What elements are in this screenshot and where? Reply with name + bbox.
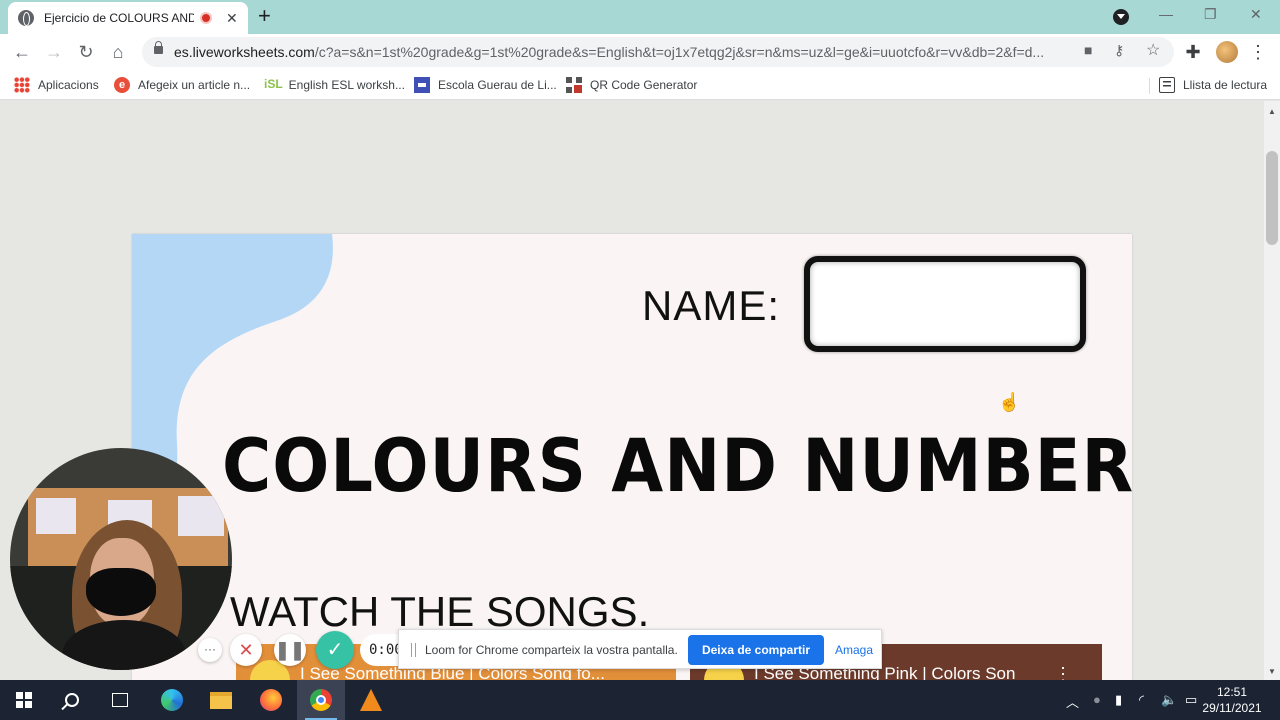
system-clock[interactable]: 12:51 29/11/2021 (1200, 684, 1264, 716)
recording-icon (200, 12, 212, 24)
scroll-up-icon[interactable]: ▲ (1268, 107, 1276, 116)
url-text[interactable]: es.liveworksheets.com/c?a=s&n=1st%20grad… (174, 44, 1074, 60)
bookmark-label: Escola Guerau de Li... (438, 78, 557, 92)
back-icon[interactable]: ← (10, 40, 34, 64)
loom-more-button[interactable]: ··· (198, 638, 222, 662)
volume-icon[interactable]: 🔈 (1161, 692, 1177, 708)
e-icon: e (114, 77, 130, 93)
minimize-icon[interactable]: — (1159, 6, 1173, 22)
globe-icon (18, 10, 34, 26)
taskbar-chrome[interactable] (297, 680, 345, 720)
browser-tab[interactable]: Ejercicio de COLOURS AND N ✕ (8, 2, 248, 34)
bookmark-label: QR Code Generator (590, 78, 698, 92)
taskbar-edge[interactable] (148, 680, 196, 720)
vlc-icon (360, 689, 382, 711)
screen-share-bar: Loom for Chrome comparteix la vostra pan… (398, 629, 882, 669)
home-icon[interactable]: ⌂ (106, 40, 130, 64)
start-button[interactable] (0, 680, 48, 720)
battery-icon[interactable]: ▭ (1185, 692, 1197, 708)
close-window-icon[interactable]: ✕ (1250, 6, 1262, 23)
windows-icon (16, 692, 32, 708)
page-scrollbar[interactable]: ▲ ▼ (1264, 101, 1280, 680)
task-view-icon (112, 693, 128, 707)
edge-icon (161, 689, 183, 711)
name-input[interactable] (804, 256, 1086, 352)
mic-icon[interactable]: ● (1093, 692, 1101, 707)
chrome-icon (310, 689, 332, 711)
folder-icon (210, 691, 232, 709)
tray-chevron-icon[interactable]: ︿ (1066, 692, 1079, 711)
stop-sharing-button[interactable]: Deixa de compartir (688, 635, 824, 665)
tab-strip: Ejercicio de COLOURS AND N ✕ + — ❐ ✕ (0, 0, 1280, 34)
lock-icon (154, 41, 163, 54)
bookmark-escola[interactable]: Escola Guerau de Li... (414, 77, 557, 93)
taskbar-search[interactable] (48, 680, 96, 720)
bookmark-afegeix[interactable]: e Afegeix un article n... (114, 77, 250, 93)
wifi-icon[interactable]: ◜ (1139, 692, 1144, 708)
taskbar: ︿ ● ▮ ◜ 🔈 ▭ 12:51 29/11/2021 (0, 680, 1280, 720)
url-path: /c?a=s&n=1st%20grade&g=1st%20grade&s=Eng… (314, 44, 1045, 60)
menu-icon[interactable]: ⋮ (1246, 40, 1270, 64)
bookmark-qr[interactable]: QR Code Generator (566, 77, 697, 93)
extensions-icon[interactable]: ✚ (1181, 40, 1205, 64)
search-icon (65, 693, 79, 707)
reading-list[interactable]: Llista de lectura (1159, 77, 1267, 93)
camera-icon[interactable]: ■ (1084, 42, 1092, 58)
loom-pause-button[interactable]: ❚❚ (274, 634, 306, 666)
bookmarks-bar: Aplicacions e Afegeix un article n... iS… (0, 70, 1280, 100)
apps-icon (14, 77, 30, 93)
new-tab-button[interactable]: + (258, 5, 271, 27)
microphone-icon[interactable]: ▮ (1115, 692, 1122, 708)
key-icon[interactable]: ⚷ (1114, 42, 1124, 59)
task-view[interactable] (96, 680, 144, 720)
video-more-icon[interactable]: ⋮ (1054, 664, 1072, 680)
clock-date: 29/11/2021 (1202, 701, 1262, 715)
webcam-bubble[interactable] (10, 448, 232, 670)
reading-list-icon (1159, 77, 1175, 93)
bookmark-star-icon[interactable]: ☆ (1146, 40, 1160, 60)
tab-search-icon[interactable] (1113, 9, 1129, 25)
bookmark-apps[interactable]: Aplicacions (14, 77, 99, 93)
name-label: NAME: (642, 282, 781, 329)
qr-icon (566, 77, 582, 93)
worksheet-title: COLOURS AND NUMBERS (222, 424, 1132, 509)
scroll-down-icon[interactable]: ▼ (1268, 667, 1276, 676)
isl-icon: iSL (264, 77, 283, 91)
taskbar-vlc[interactable] (347, 680, 395, 720)
reload-icon[interactable]: ↻ (74, 40, 98, 64)
profile-avatar[interactable] (1216, 41, 1238, 63)
hand-cursor-icon: ☝ (998, 392, 1021, 412)
close-tab-icon[interactable]: ✕ (226, 10, 238, 27)
bookmark-label: Aplicacions (38, 78, 99, 92)
address-bar[interactable]: es.liveworksheets.com/c?a=s&n=1st%20grad… (142, 37, 1174, 67)
bookmark-label: English ESL worksh... (288, 78, 405, 92)
drag-handle-icon[interactable] (411, 643, 416, 657)
loom-finish-button[interactable]: ✓ (316, 631, 354, 669)
worksheet: NAME: COLOURS AND NUMBERS WATCH THE SONG… (132, 234, 1132, 680)
school-icon (414, 77, 430, 93)
url-host: es.liveworksheets.com (174, 44, 315, 60)
bookmark-english-esl[interactable]: iSL English ESL worksh... (264, 77, 405, 93)
browser-toolbar: ← → ↻ ⌂ es.liveworksheets.com/c?a=s&n=1s… (0, 34, 1280, 70)
forward-icon[interactable]: → (42, 40, 66, 64)
restore-icon[interactable]: ❐ (1204, 6, 1217, 23)
loom-cancel-button[interactable]: ✕ (230, 634, 262, 666)
firefox-icon (260, 689, 282, 711)
taskbar-explorer[interactable] (197, 680, 245, 720)
scrollbar-thumb[interactable] (1266, 151, 1278, 245)
clock-time: 12:51 (1216, 685, 1248, 699)
bookmark-label: Afegeix un article n... (138, 78, 251, 92)
share-message: Loom for Chrome comparteix la vostra pan… (425, 643, 678, 657)
tab-title: Ejercicio de COLOURS AND N (44, 11, 194, 25)
hide-button[interactable]: Amaga (835, 643, 873, 657)
reading-list-label: Llista de lectura (1183, 78, 1268, 92)
bookmark-separator (1149, 78, 1150, 94)
taskbar-firefox[interactable] (247, 680, 295, 720)
